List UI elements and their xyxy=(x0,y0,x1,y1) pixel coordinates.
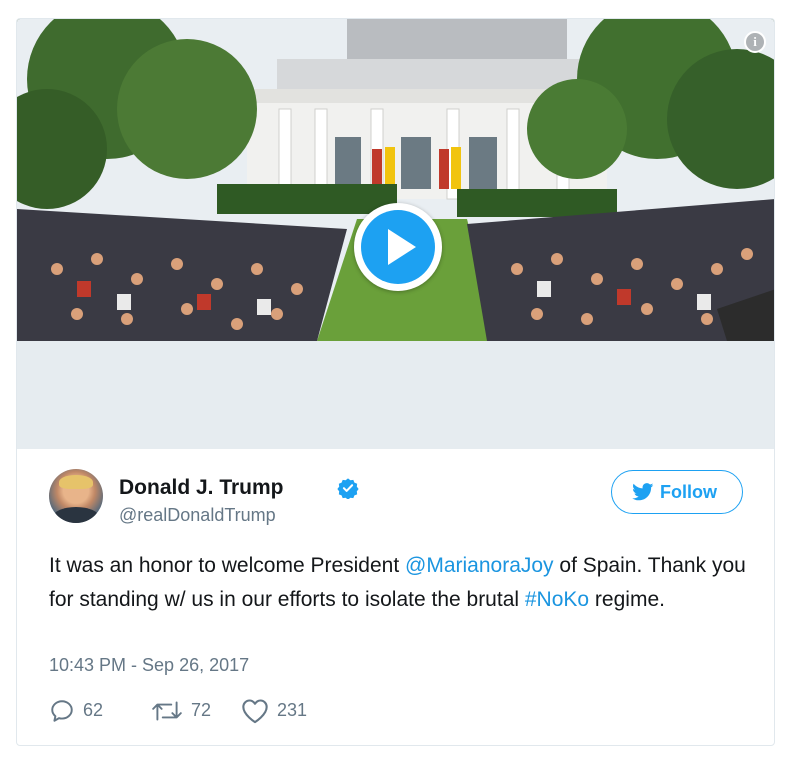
tweet-card: i Donald J. Trump @realDonaldTrump Follo… xyxy=(16,18,775,746)
info-icon[interactable]: i xyxy=(744,31,766,53)
hashtag-link[interactable]: #NoKo xyxy=(525,588,589,611)
like-count: 231 xyxy=(277,700,308,720)
follow-button[interactable]: Follow xyxy=(611,470,743,514)
avatar-hair xyxy=(59,475,93,489)
follow-label: Follow xyxy=(660,482,717,502)
reply-icon xyxy=(51,700,73,722)
reply-count: 62 xyxy=(83,700,104,720)
tweet-timestamp[interactable]: 10:43 PM - Sep 26, 2017 xyxy=(49,655,249,676)
reply-button[interactable]: 62 xyxy=(49,697,129,725)
play-icon xyxy=(388,229,416,265)
retweet-count: 72 xyxy=(191,700,212,720)
avatar-suit xyxy=(53,507,99,523)
mention-link[interactable]: @MarianoraJoy xyxy=(405,554,554,577)
heart-icon xyxy=(242,699,268,724)
tweet-text-part: It was an honor to welcome President xyxy=(49,554,406,577)
retweet-button[interactable]: 72 xyxy=(151,697,231,725)
verified-badge-icon xyxy=(337,478,359,499)
media-placeholder-area xyxy=(17,341,774,449)
play-button[interactable] xyxy=(354,203,442,291)
tweet-text-part: regime. xyxy=(589,588,665,611)
rose-garden-scene-image xyxy=(17,19,774,341)
play-button-circle xyxy=(361,210,435,284)
retweet-icon xyxy=(152,701,182,721)
author-handle[interactable]: @realDonaldTrump xyxy=(119,505,276,526)
tweet-text: It was an honor to welcome President @Ma… xyxy=(49,549,759,617)
like-button[interactable]: 231 xyxy=(241,697,331,725)
video-thumbnail[interactable]: i xyxy=(17,19,774,341)
author-name[interactable]: Donald J. Trump xyxy=(119,476,284,500)
avatar[interactable] xyxy=(49,469,103,523)
twitter-bird-icon xyxy=(632,483,654,501)
